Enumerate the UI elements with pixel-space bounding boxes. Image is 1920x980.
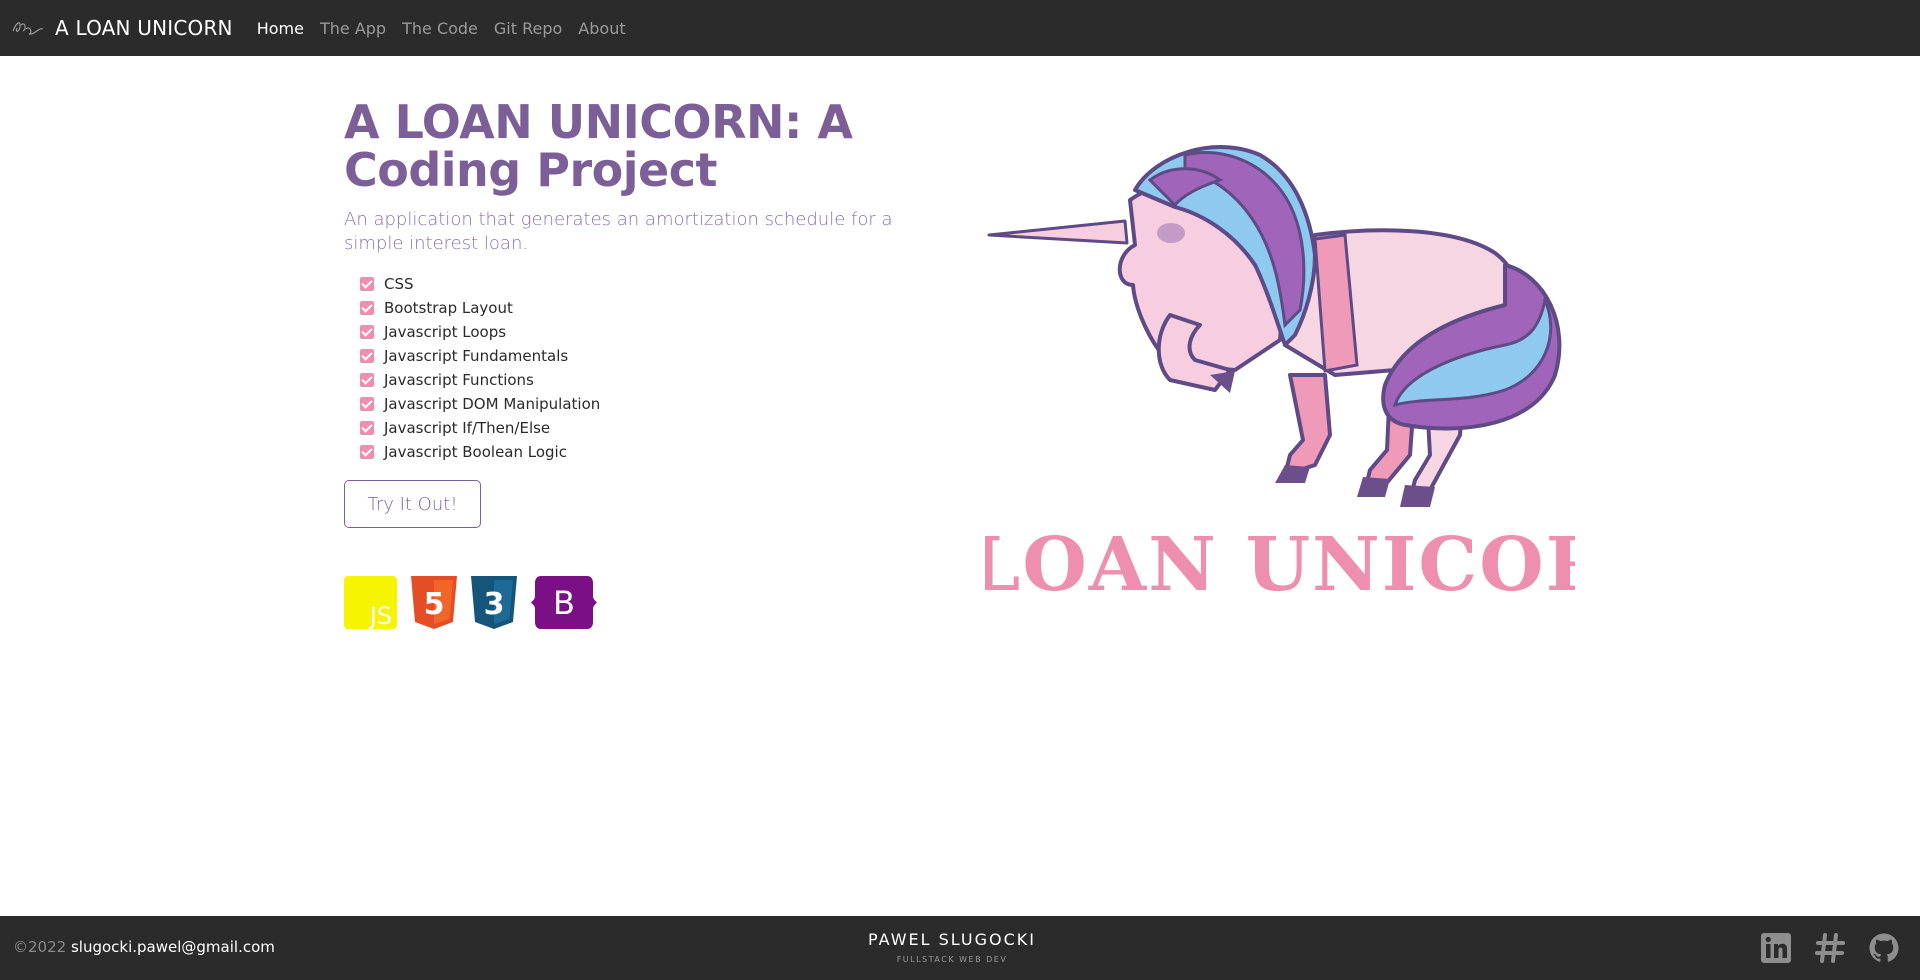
unicorn-hoof — [1357, 477, 1390, 497]
nav-git-repo[interactable]: Git Repo — [494, 19, 562, 38]
javascript-icon-text: JS — [368, 602, 392, 629]
skill-label: Javascript If/Then/Else — [384, 419, 551, 437]
checkbox-checked-icon — [360, 373, 374, 387]
unicorn-illustration: A LOAN UNICORN — [985, 145, 1575, 605]
copyright: ©2022 slugocki.pawel@gmail.com — [13, 938, 275, 956]
list-item: Javascript Functions — [360, 368, 600, 392]
skill-label: Bootstrap Layout — [384, 299, 513, 317]
checkbox-checked-icon — [360, 325, 374, 339]
checkbox-checked-icon — [360, 445, 374, 459]
bootstrap-icon-text: B — [553, 584, 575, 622]
skill-list: CSS Bootstrap Layout Javascript Loops Ja… — [360, 272, 600, 464]
navbar: A LOAN UNICORN Home The App The Code Git… — [0, 0, 1920, 56]
skill-label: Javascript Loops — [384, 323, 507, 341]
list-item: CSS — [360, 272, 600, 296]
list-item: Javascript If/Then/Else — [360, 416, 600, 440]
nav-the-app[interactable]: The App — [320, 19, 386, 38]
copyright-year: ©2022 — [13, 938, 67, 956]
skill-label: Javascript Fundamentals — [384, 347, 569, 365]
unicorn-eye — [1157, 223, 1185, 243]
html5-icon-text: 5 — [424, 587, 445, 622]
checkbox-checked-icon — [360, 349, 374, 363]
tech-icons: JS 5 3 B — [344, 576, 611, 629]
skill-label: Javascript DOM Manipulation — [384, 395, 601, 413]
page-title: A LOAN UNICORN: A Coding Project — [344, 95, 853, 197]
list-item: Javascript Loops — [360, 320, 600, 344]
bootstrap-icon: B — [531, 576, 597, 629]
footer-role: FULLSTACK WEB DEV — [896, 955, 1008, 964]
list-item: Javascript Boolean Logic — [360, 440, 600, 464]
javascript-icon: JS — [344, 576, 397, 629]
css3-icon: 3 — [471, 576, 517, 629]
nav-about[interactable]: About — [578, 19, 625, 38]
unicorn-hoof — [1400, 485, 1435, 507]
footer-name: PAWEL SLUGOCKI — [868, 930, 1036, 949]
nav-the-code[interactable]: The Code — [402, 19, 478, 38]
checkbox-checked-icon — [360, 397, 374, 411]
list-item: Javascript Fundamentals — [360, 344, 600, 368]
unicorn-horn — [987, 219, 1129, 245]
social-icons — [1738, 932, 1900, 964]
skill-label: Javascript Functions — [384, 371, 534, 389]
signature-logo-icon — [12, 22, 44, 35]
brand-name: A LOAN UNICORN — [55, 16, 233, 40]
email-link[interactable]: slugocki.pawel@gmail.com — [71, 938, 275, 956]
hashtag-icon[interactable] — [1814, 932, 1846, 964]
footer: ©2022 slugocki.pawel@gmail.com PAWEL SLU… — [0, 916, 1920, 980]
unicorn-front-standing-leg — [1283, 373, 1332, 477]
nav-links: Home The App The Code Git Repo About — [257, 19, 642, 38]
github-icon[interactable] — [1868, 932, 1900, 964]
nav-home[interactable]: Home — [257, 19, 304, 38]
brand-link[interactable]: A LOAN UNICORN — [11, 16, 233, 40]
try-it-out-button[interactable]: Try It Out! — [344, 480, 481, 528]
checkbox-checked-icon — [360, 301, 374, 315]
list-item: Javascript DOM Manipulation — [360, 392, 600, 416]
list-item: Bootstrap Layout — [360, 296, 600, 320]
hero-lead: An application that generates an amortiz… — [344, 209, 893, 254]
unicorn-wordmark: A LOAN UNICORN — [985, 522, 1575, 605]
unicorn-hoof — [1275, 465, 1310, 483]
linkedin-icon[interactable] — [1760, 932, 1792, 964]
checkbox-checked-icon — [360, 421, 374, 435]
css3-icon-text: 3 — [484, 587, 505, 622]
skill-label: CSS — [384, 275, 414, 293]
html5-icon: 5 — [411, 576, 457, 629]
skill-label: Javascript Boolean Logic — [384, 443, 567, 461]
footer-signature: PAWEL SLUGOCKI FULLSTACK WEB DEV — [852, 930, 1052, 964]
checkbox-checked-icon — [360, 277, 374, 291]
